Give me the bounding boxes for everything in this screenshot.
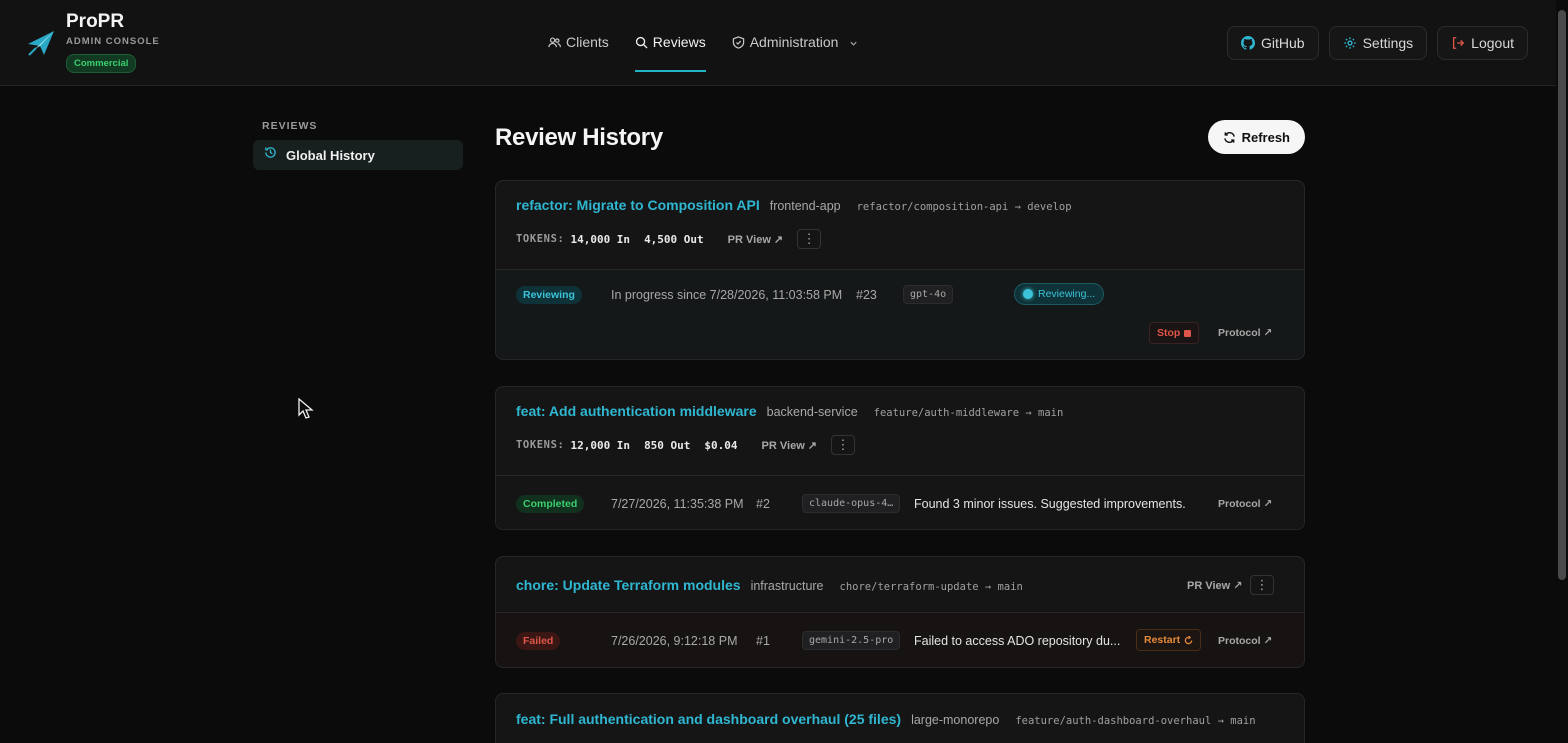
settings-button[interactable]: Settings [1328,26,1428,60]
more-options-button[interactable]: ⋮ [1250,575,1274,595]
github-icon [1241,36,1255,50]
search-icon [635,36,648,49]
tokens-in: 12,000 In [570,438,631,452]
settings-label: Settings [1362,35,1414,51]
logout-button[interactable]: Logout [1437,26,1528,60]
status-badge: Reviewing [516,286,582,304]
sidebar: REVIEWS Global History [253,120,463,170]
tokens-label: TOKENS: [516,439,565,451]
review-summary: Failed to access ADO repository du... [914,634,1121,648]
repo-name: large-monorepo [911,713,1000,727]
scrollbar[interactable] [1556,0,1568,743]
tokens-in: 14,000 In [570,232,631,246]
license-badge: Commercial [66,54,137,73]
protocol-link[interactable]: Protocol ↗ [1218,635,1272,647]
repo-name: infrastructure [750,579,824,593]
brand-subtitle: ADMIN CONSOLE [66,36,160,47]
chevron-down-icon [850,41,858,46]
nav-clients[interactable]: Clients [548,12,609,58]
users-icon [548,37,561,48]
nav-administration-label: Administration [749,34,839,50]
sidebar-item-label: Global History [286,147,375,163]
github-button[interactable]: GitHub [1227,26,1319,60]
more-options-button[interactable]: ⋮ [831,435,856,455]
shield-icon [732,36,744,49]
pr-number: #23 [856,288,877,302]
pr-number: #1 [756,634,770,648]
review-card: chore: Update Terraform modules infrastr… [495,556,1305,668]
review-time: In progress since 7/28/2026, 11:03:58 PM [611,288,843,302]
status-badge: Completed [516,495,585,513]
pr-title-link[interactable]: chore: Update Terraform modules [516,577,741,593]
stop-label: Stop [1157,327,1181,339]
repo-name: frontend-app [769,199,841,213]
branch-info: chore/terraform-update → main [839,581,1023,593]
tokens-out: 850 Out [644,438,691,452]
model-chip: claude-opus-4… [802,494,901,513]
nav-administration[interactable]: Administration [732,12,859,58]
refresh-icon [1223,131,1235,143]
github-label: GitHub [1261,35,1305,51]
mouse-cursor-icon [298,398,314,419]
header-actions: GitHub Settings Logout [1227,26,1528,60]
sidebar-heading: REVIEWS [262,120,318,132]
tokens-label: TOKENS: [516,233,565,245]
branch-info: refactor/composition-api → develop [856,201,1072,213]
scrollbar-thumb[interactable] [1558,10,1566,580]
protocol-link[interactable]: Protocol ↗ [1218,327,1272,339]
refresh-label: Refresh [1241,129,1290,145]
pr-title-link[interactable]: feat: Full authentication and dashboard … [516,711,901,727]
pr-view-link[interactable]: PR View ↗ [728,233,783,246]
nav-clients-label: Clients [566,34,609,50]
history-icon [265,146,276,158]
top-header: ProPR ADMIN CONSOLE Commercial Clients R… [0,0,1556,86]
brand[interactable]: ProPR ADMIN CONSOLE Commercial [26,12,160,73]
refresh-button[interactable]: Refresh [1207,120,1305,154]
sidebar-item-global-history[interactable]: Global History [253,140,463,170]
brand-name: ProPR [66,11,125,32]
status-badge: Failed [516,632,561,650]
branch-info: feature/auth-middleware → main [873,407,1064,419]
branch-info: feature/auth-dashboard-overhaul → main [1015,715,1256,727]
more-options-button[interactable]: ⋮ [797,229,822,249]
review-card: feat: Full authentication and dashboard … [495,693,1305,743]
restart-button[interactable]: Restart [1136,629,1202,651]
pr-view-link[interactable]: PR View ↗ [762,439,817,452]
repo-name: backend-service [766,405,858,419]
model-chip: gpt-4o [903,285,954,304]
nav-reviews-label: Reviews [652,34,706,50]
pr-view-link[interactable]: PR View ↗ [1187,579,1242,592]
review-card: feat: Add authentication middleware back… [495,386,1305,530]
paper-plane-logo-icon [28,31,54,56]
pr-number: #2 [756,497,770,511]
cost: $0.04 [704,438,738,452]
pr-title-link[interactable]: feat: Add authentication middleware [516,403,757,419]
main-nav: Clients Reviews Administration [548,0,884,86]
stop-button[interactable]: Stop [1149,322,1200,344]
reviewing-indicator-label: Reviewing... [1038,288,1096,300]
review-time: 7/27/2026, 11:35:38 PM [611,497,744,511]
tokens-out: 4,500 Out [644,232,704,246]
review-card: refactor: Migrate to Composition API fro… [495,180,1305,360]
reviewing-indicator: Reviewing... [1014,283,1105,305]
model-chip: gemini-2.5-pro [802,631,901,650]
gear-icon [1343,37,1356,49]
logout-label: Logout [1471,35,1514,51]
review-summary: Found 3 minor issues. Suggested improvem… [914,497,1186,511]
restart-icon [1184,635,1193,644]
protocol-link[interactable]: Protocol ↗ [1218,498,1272,510]
stop-icon [1184,329,1192,337]
spinner-icon [1023,289,1033,299]
restart-label: Restart [1144,634,1181,646]
nav-reviews[interactable]: Reviews [634,12,706,72]
review-time: 7/26/2026, 9:12:18 PM [611,634,738,648]
logout-icon [1453,37,1465,49]
pr-title-link[interactable]: refactor: Migrate to Composition API [516,197,760,213]
page-title: Review History [495,124,663,151]
